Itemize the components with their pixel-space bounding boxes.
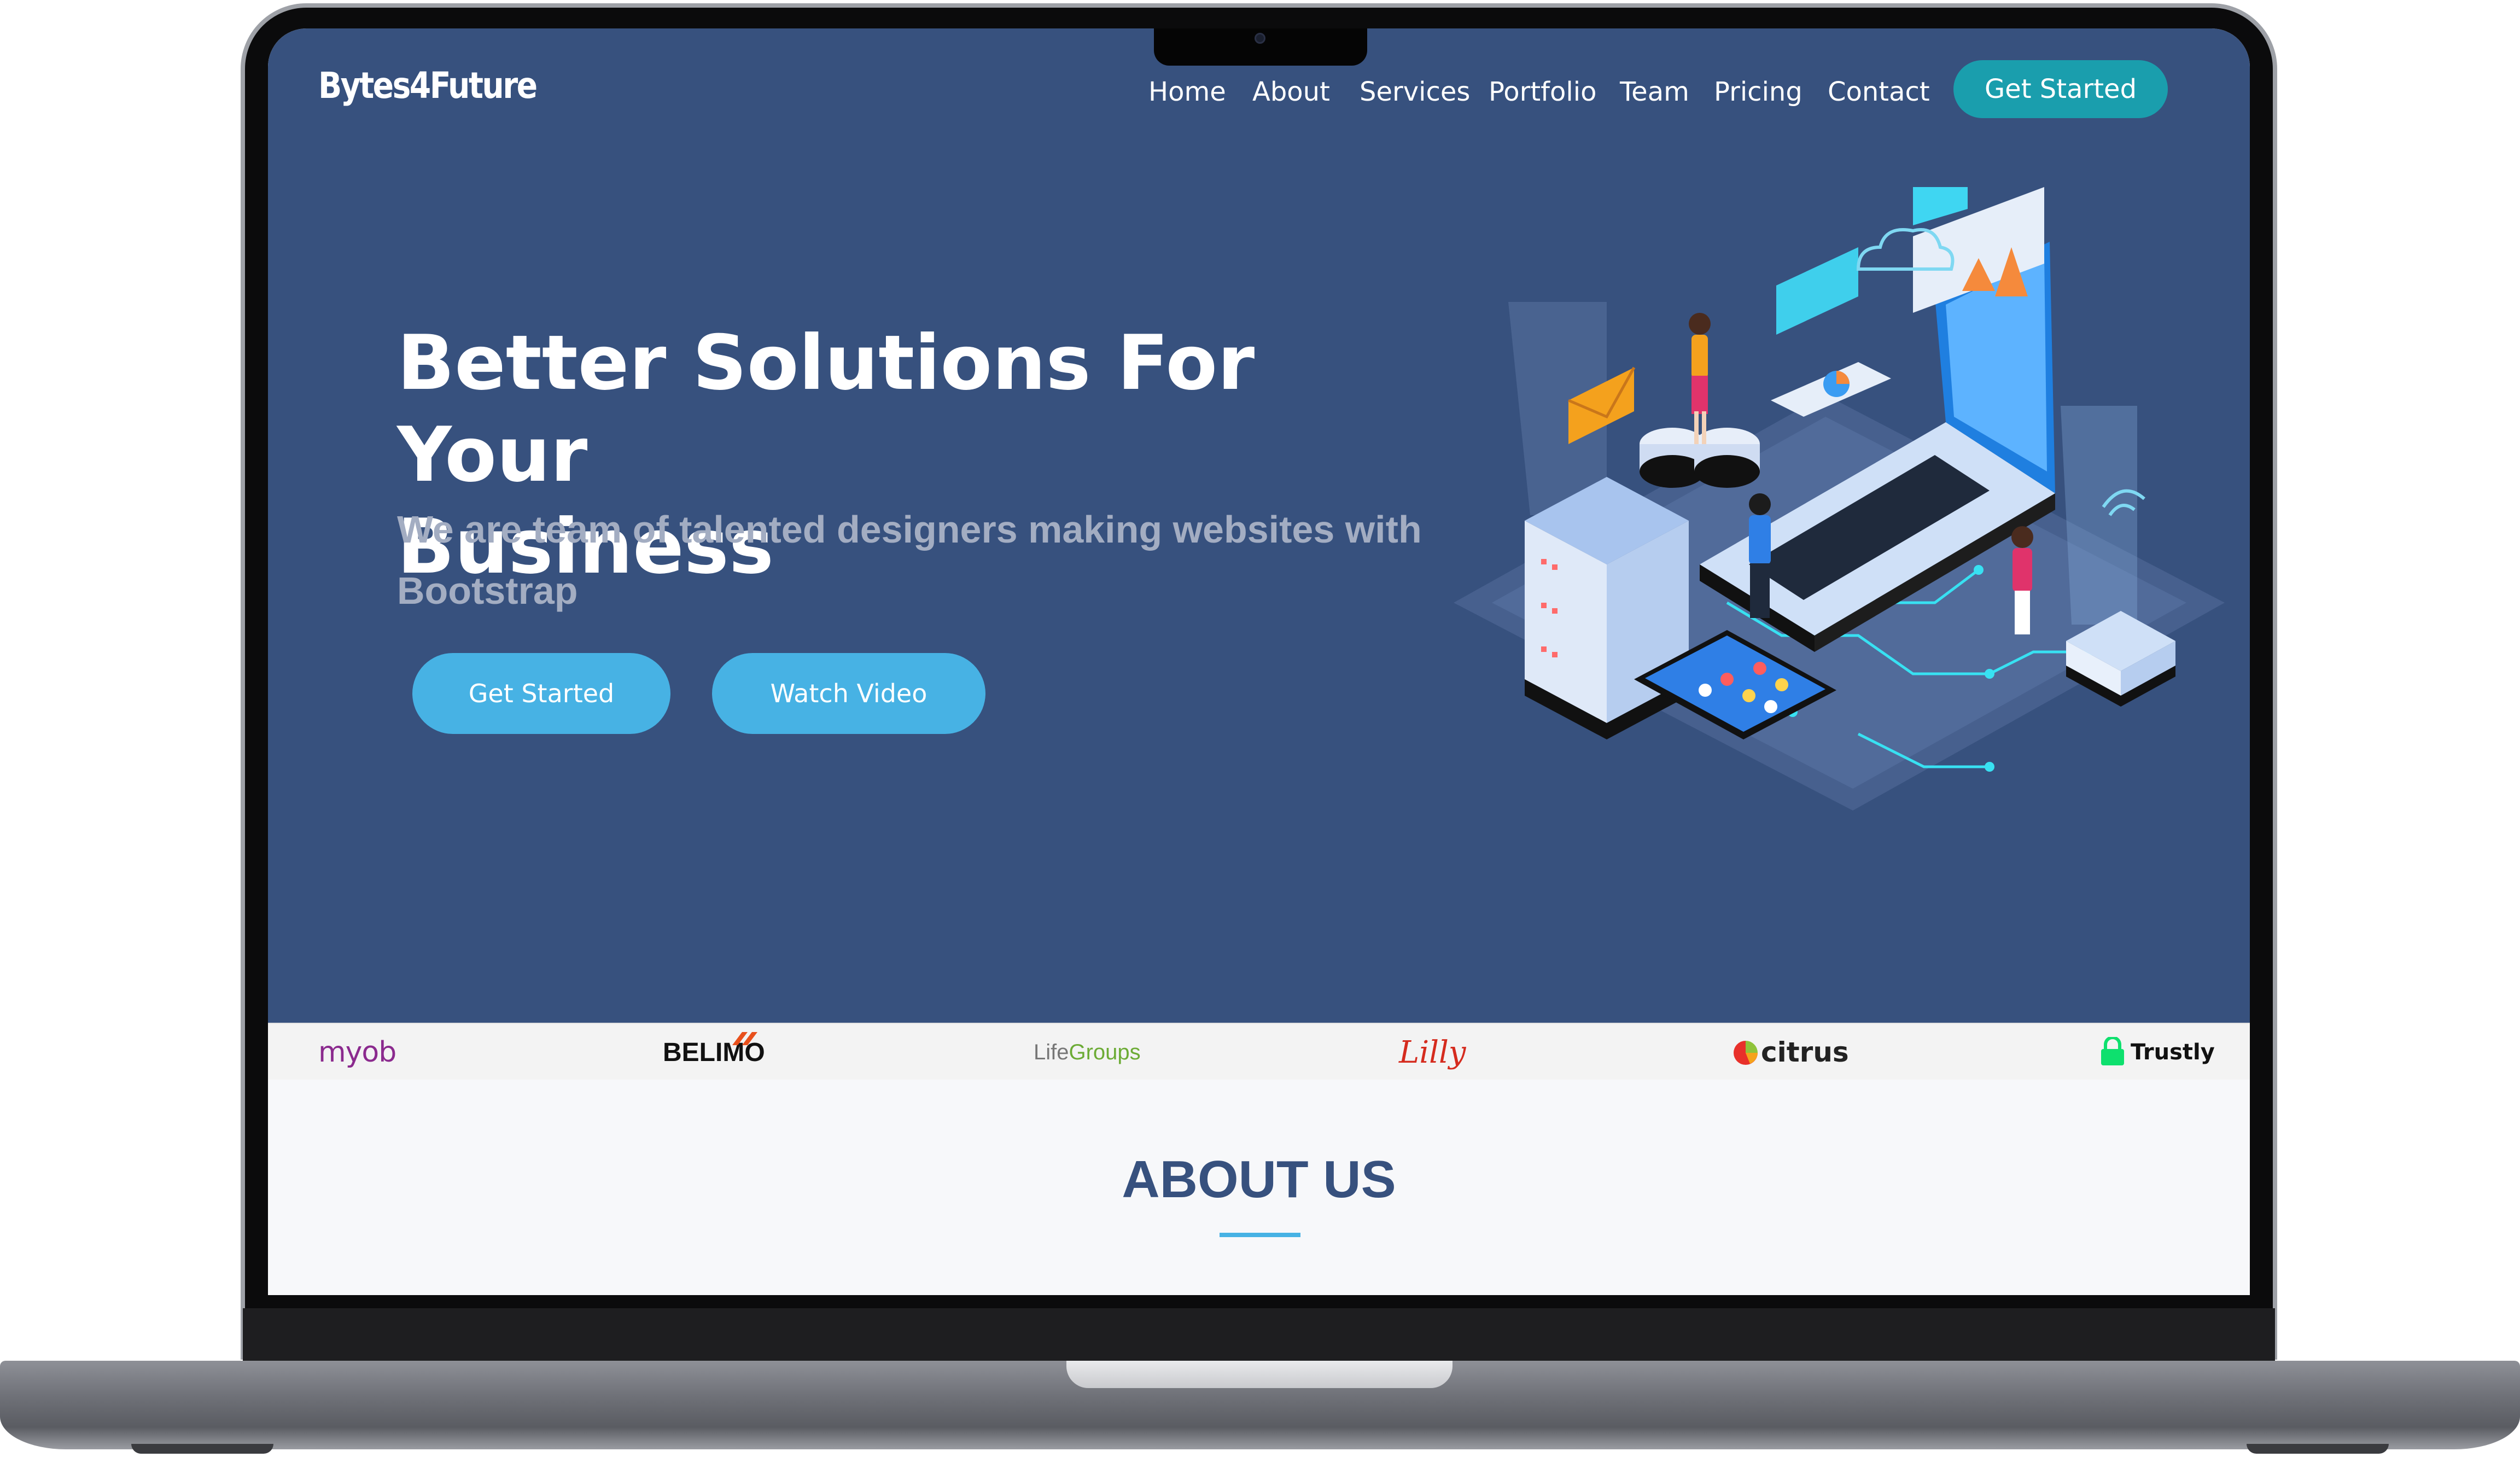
about-title: ABOUT US [1122, 1150, 1396, 1209]
nav-home[interactable]: Home [1148, 77, 1226, 107]
get-started-button[interactable]: Get Started [412, 653, 670, 734]
laptop-foot-left [131, 1444, 273, 1454]
hero-subtitle: We are team of talented designers making… [397, 508, 1422, 612]
client-logo-belimo: BELIMO [663, 1024, 765, 1081]
nav-get-started-button[interactable]: Get Started [1953, 60, 2168, 118]
server-rack [1525, 477, 1689, 739]
about-underline [1220, 1233, 1300, 1237]
clients-strip: myob BELIMO Life Groups Lilly citrus Tru… [268, 1023, 2250, 1080]
nav-services[interactable]: Services [1360, 77, 1470, 107]
camera-icon [1255, 33, 1265, 44]
client-logo-trustly-text: Trustly [2131, 1040, 2215, 1065]
person-figure [2011, 526, 2033, 634]
client-logo-citrus: citrus [1734, 1024, 1849, 1081]
belimo-mark-icon [732, 1032, 757, 1045]
client-logo-myob: myob [318, 1036, 396, 1069]
laptop-screen: Bytes4Future Home About Services Portfol… [268, 28, 2250, 1295]
nav-pricing[interactable]: Pricing [1714, 77, 1802, 107]
person-figure [1689, 313, 1711, 444]
hero-title-line1: Better Solutions For Your [397, 319, 1255, 499]
database-icon [1640, 428, 1760, 488]
client-logo-citrus-text: citrus [1761, 1036, 1849, 1068]
laptop-hinge [243, 1308, 2275, 1363]
laptop-foot-right [2247, 1444, 2389, 1454]
hero-illustration [1454, 187, 2225, 811]
nav-portfolio[interactable]: Portfolio [1489, 77, 1596, 107]
about-section: ABOUT US [268, 1080, 2250, 1295]
nav-about[interactable]: About [1252, 77, 1330, 107]
person-figure [1749, 493, 1771, 618]
watch-video-button[interactable]: Watch Video [712, 653, 985, 734]
laptop-opening-notch [1066, 1361, 1452, 1388]
client-logo-lifegroups-a: Life [1034, 1040, 1069, 1064]
trustly-lock-icon [2101, 1037, 2124, 1065]
citrus-mark-icon [1734, 1041, 1758, 1065]
hero-section: Bytes4Future Home About Services Portfol… [268, 28, 2250, 1023]
nav-team[interactable]: Team [1620, 77, 1689, 107]
client-logo-lifegroups: Life Groups [1034, 1024, 1141, 1081]
client-logo-trustly: Trustly [2099, 1024, 2215, 1081]
client-logo-lifegroups-b: Groups [1069, 1040, 1141, 1064]
client-logo-lilly: Lilly [1399, 1034, 1466, 1070]
nav-contact[interactable]: Contact [1828, 77, 1930, 107]
